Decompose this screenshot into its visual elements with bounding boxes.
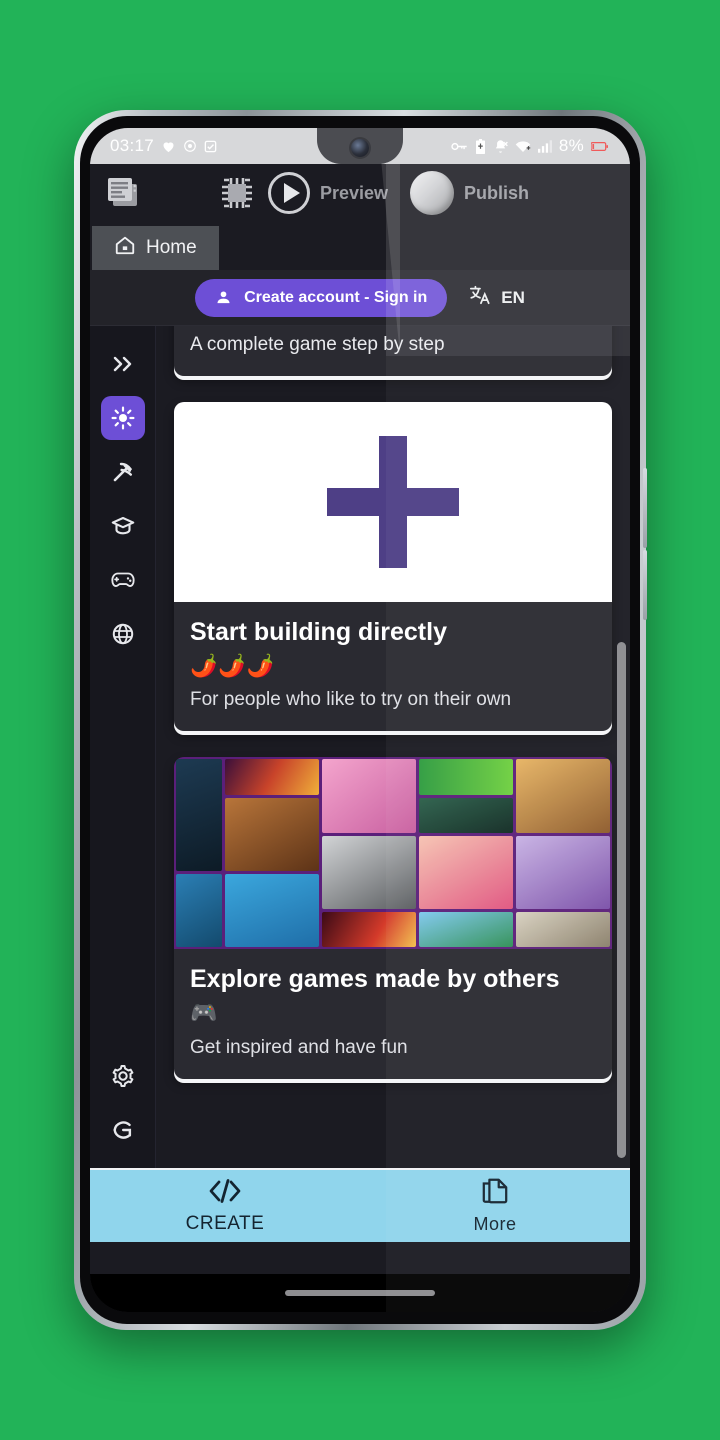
play-icon [268,172,310,214]
pickaxe-icon [113,462,132,482]
sidebar-item-settings[interactable] [101,1054,145,1098]
app-window: Preview Publish Home Create account - Si… [90,164,630,1312]
card-tutorial-subtitle: A complete game step by step [190,334,445,355]
sidebar-item-expand[interactable] [101,342,145,386]
sidebar-item-games[interactable] [101,558,145,602]
create-account-button[interactable]: Create account - Sign in [195,278,448,317]
sidebar-item-community[interactable] [101,612,145,656]
copy-documents-icon [480,1177,510,1210]
publish-label: Publish [464,182,530,203]
volume-button[interactable] [643,550,647,620]
sidebar-item-learn[interactable] [101,504,145,548]
status-clock: 03:17 [110,136,155,155]
gamepad-icon [110,572,135,587]
app-body: A complete game step by step Start build… [90,326,630,1168]
bell-muted-icon [493,139,508,154]
status-bar-left: 03:17 [110,128,217,164]
front-camera-icon [351,139,369,157]
tab-home-label: Home [146,237,197,258]
card-start-building-media [174,402,612,602]
camera-notch [317,128,403,164]
create-account-label: Create account - Sign in [244,288,428,306]
bottom-nav-more[interactable]: More [360,1177,630,1235]
preview-button[interactable]: Preview [268,172,388,214]
translate-icon [469,284,491,311]
preview-label: Preview [320,182,389,203]
card-start-building[interactable]: Start building directly 🌶️🌶️🌶️ For peopl… [174,402,612,732]
bottom-nav-create-label: CREATE [185,1212,265,1234]
home-icon [114,234,136,262]
battery-level-icon [591,141,608,152]
cell-signal-icon [537,139,552,153]
double-chevron-right-icon [113,356,131,372]
wifi-icon [515,140,531,153]
language-label: EN [501,287,525,307]
globe-icon [112,623,133,645]
content-scroll-area[interactable]: A complete game step by step Start build… [156,326,630,1168]
account-bar: Create account - Sign in EN [90,270,630,326]
bottom-nav-more-label: More [473,1214,517,1234]
sidebar-item-magic[interactable] [100,396,145,440]
person-icon [215,289,232,306]
power-button[interactable] [643,468,647,548]
content-scrollbar[interactable] [617,642,626,1158]
phone-screen: 03:17 8% Preview Publish Home Create acc… [90,128,630,1312]
target-icon [183,139,197,153]
gesture-pill[interactable] [285,1290,435,1296]
android-gesture-area [90,1274,630,1312]
gear-icon [112,1065,133,1087]
tab-bar: Home [90,222,630,270]
g-logo-icon [112,1121,131,1139]
card-explore-games-media [174,757,612,950]
card-explore-games-description: Get inspired and have fun [190,1036,408,1058]
sidebar-item-build[interactable] [101,450,145,494]
card-tutorial[interactable]: A complete game step by step [174,326,612,376]
battery-saver-icon [475,138,486,154]
status-bar-right: 8% [451,128,608,164]
card-start-building-title: Start building directly [190,618,447,646]
card-explore-games[interactable]: Explore games made by others 🎮 Get inspi… [174,757,612,1079]
bottom-nav-create[interactable]: CREATE [90,1178,360,1235]
heart-icon [161,139,176,154]
editor-toolbar: Preview Publish [90,164,630,222]
code-brackets-icon [208,1178,242,1209]
checkbox-icon [204,140,217,153]
plus-icon [327,436,459,568]
card-explore-games-title: Explore games made by others [190,965,560,994]
sidebar [90,326,156,1168]
vpn-key-icon [451,140,468,153]
battery-percent: 8% [558,136,584,155]
language-switcher[interactable]: EN [469,284,525,311]
card-explore-games-emoji: 🎮 [190,1000,219,1026]
tab-home[interactable]: Home [92,226,219,270]
card-start-building-description: For people who like to try on their own [190,689,512,711]
graduation-cap-icon [111,516,134,535]
cpu-chip-icon[interactable] [218,174,256,212]
bottom-navigation: CREATE More [90,1168,630,1242]
card-start-building-emoji: 🌶️🌶️🌶️ [190,653,276,678]
publish-button[interactable]: Publish [410,171,529,215]
sidebar-item-gdevelop-logo[interactable] [101,1108,145,1152]
sun-sparkle-icon [111,406,134,430]
stacked-pages-icon[interactable] [104,172,146,214]
publish-icon [410,171,455,215]
